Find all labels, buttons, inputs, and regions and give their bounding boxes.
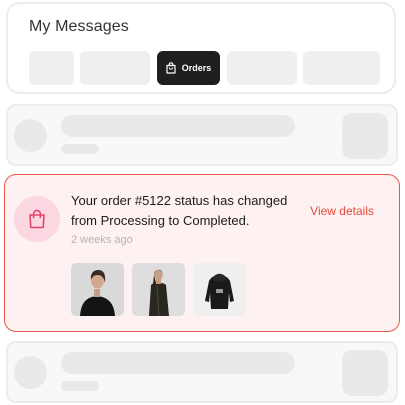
tab-placeholder-2[interactable] [80,51,150,85]
message-skeleton [6,341,398,403]
shopping-bag-icon [14,196,60,242]
tab-placeholder-1[interactable] [29,51,74,85]
product-thumbnail-coat[interactable] [132,263,185,316]
product-thumbnail-hoodie[interactable] [193,263,246,316]
notification-message: Your order #5122 status has changed from… [71,193,288,228]
messages-page: My Messages Orders Your order #5122 stat… [0,0,405,405]
skeleton-line-short [61,144,99,154]
tab-placeholder-4[interactable] [303,51,380,85]
messages-header: My Messages Orders [6,2,396,94]
skeleton-thumbnail [342,350,388,396]
skeleton-line [61,115,295,137]
product-thumbnail-sweater[interactable] [71,263,124,316]
bag-icon [166,62,176,74]
view-details-link[interactable]: View details [310,204,374,218]
tab-orders-label: Orders [181,63,212,73]
notification-time: 2 weeks ago [71,234,133,246]
skeleton-thumbnail [342,113,388,159]
page-title: My Messages [29,18,129,35]
message-skeleton [6,104,398,166]
tab-placeholder-3[interactable] [227,51,297,85]
skeleton-avatar [14,119,47,152]
skeleton-line [61,352,295,374]
tab-orders[interactable]: Orders [157,51,220,85]
skeleton-avatar [14,356,47,389]
order-notification[interactable]: Your order #5122 status has changed from… [4,174,400,332]
skeleton-line-short [61,381,99,391]
